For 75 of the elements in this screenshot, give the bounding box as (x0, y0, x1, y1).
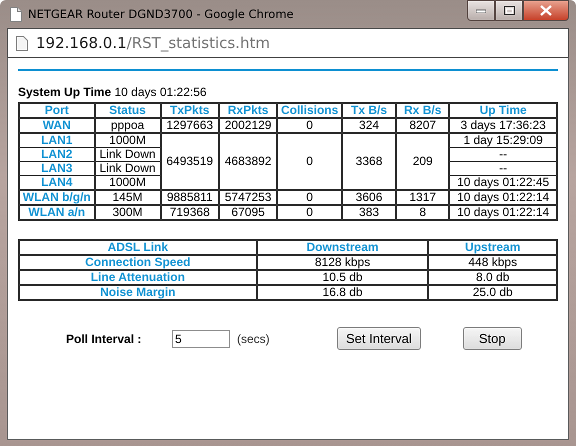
column-header: Port (19, 103, 94, 118)
collisions-cell: 0 (277, 133, 342, 190)
tx-rate-cell: 324 (342, 118, 396, 133)
minimize-button[interactable] (467, 0, 495, 21)
tx-pkts-cell: 719368 (160, 205, 219, 220)
tx-rate-cell: 3606 (342, 190, 396, 205)
status-cell: 300M (94, 205, 161, 220)
stop-button[interactable]: Stop (462, 327, 522, 350)
column-header: Downstream (256, 240, 428, 255)
collisions-cell: 0 (277, 205, 342, 220)
tx-pkts-cell: 9885811 (160, 190, 219, 205)
up-time-cell: 10 days 01:22:14 (449, 190, 557, 205)
set-interval-button[interactable]: Set Interval (337, 327, 421, 350)
port-cell: LAN4 (19, 176, 94, 190)
column-header: Status (94, 103, 161, 118)
rx-rate-cell: 1317 (396, 190, 450, 205)
status-cell: 145M (94, 190, 161, 205)
column-header: TxPkts (160, 103, 219, 118)
collisions-cell: 0 (277, 118, 342, 133)
port-cell: LAN3 (19, 162, 94, 176)
port-cell: LAN2 (19, 148, 94, 162)
window-title: NETGEAR Router DGND3700 - Google Chrome (28, 7, 295, 21)
upstream-cell: 25.0 db (428, 285, 557, 300)
system-up-time: System Up Time 10 days 01:22:56 (18, 85, 208, 99)
row-label: Connection Speed (19, 255, 257, 270)
tx-pkts-cell: 1297663 (160, 118, 219, 133)
port-cell: WAN (19, 118, 94, 133)
close-button[interactable] (523, 0, 569, 21)
rx-pkts-cell: 2002129 (218, 118, 278, 133)
tx-pkts-cell: 6493519 (160, 133, 219, 190)
address-bar[interactable]: 192.168.0.1/RST_statistics.htm (7, 28, 569, 58)
poll-interval-field[interactable]: 5 (172, 330, 230, 348)
downstream-cell: 10.5 db (256, 270, 428, 285)
column-header: Tx B/s (342, 103, 396, 118)
column-header: ADSL Link (19, 240, 257, 255)
rx-rate-cell: 209 (396, 133, 450, 190)
rx-rate-cell: 8 (396, 205, 450, 220)
downstream-cell: 16.8 db (256, 285, 428, 300)
row-label: Line Attenuation (19, 270, 257, 285)
page-icon (10, 6, 22, 22)
tx-rate-cell: 3368 (342, 133, 396, 190)
port-cell: WLAN a/n (19, 205, 94, 220)
port-cell: LAN1 (19, 133, 94, 148)
minimize-icon (476, 8, 486, 12)
status-cell: 1000M (94, 133, 161, 148)
rx-pkts-cell: 67095 (218, 205, 278, 220)
column-header: Up Time (449, 103, 557, 118)
rx-rate-cell: 8207 (396, 118, 450, 133)
column-header: Upstream (428, 240, 557, 255)
upstream-cell: 448 kbps (428, 255, 557, 270)
close-icon (540, 5, 552, 16)
rx-pkts-cell: 5747253 (218, 190, 278, 205)
status-cell: Link Down (94, 148, 161, 162)
tx-rate-cell: 383 (342, 205, 396, 220)
column-header: RxPkts (218, 103, 278, 118)
maximize-button[interactable] (495, 0, 523, 21)
unit-label: (secs) (237, 332, 271, 346)
downstream-cell: 8128 kbps (256, 255, 428, 270)
up-time-cell: -- (449, 162, 557, 176)
page-icon (16, 36, 28, 50)
column-header: Rx B/s (396, 103, 450, 118)
poll-interval-label: Poll Interval : (66, 332, 142, 346)
column-header: Collisions (277, 103, 342, 118)
collisions-cell: 0 (277, 190, 342, 205)
up-time-cell: 1 day 15:29:09 (449, 133, 557, 148)
maximize-icon (504, 6, 514, 15)
up-time-cell: 10 days 01:22:14 (449, 205, 557, 220)
status-cell: pppoa (94, 118, 161, 133)
rx-pkts-cell: 4683892 (218, 133, 278, 190)
upstream-cell: 8.0 db (428, 270, 557, 285)
up-time-cell: 3 days 17:36:23 (449, 118, 557, 133)
port-cell: WLAN b/g/n (19, 190, 94, 205)
row-label: Noise Margin (19, 285, 257, 300)
up-time-cell: -- (449, 148, 557, 162)
status-cell: Link Down (94, 162, 161, 176)
